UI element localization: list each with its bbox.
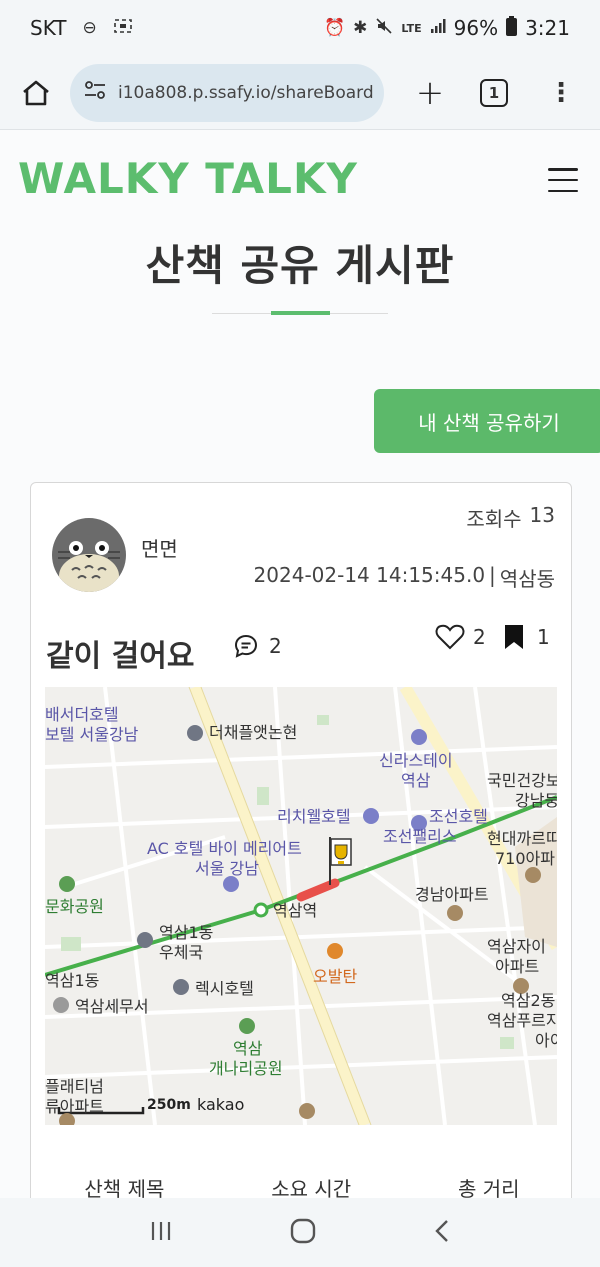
map-poi-label: 조선호텔 (429, 807, 488, 826)
system-nav-bar (0, 1198, 600, 1267)
tab-count: 1 (488, 83, 500, 102)
do-not-disturb-icon: ⊖ (82, 18, 97, 38)
clock: 3:21 (525, 16, 570, 40)
meta-separator: | (489, 563, 496, 587)
walk-route-map[interactable]: 배서더호텔 보텔 서울강남 더채플앳논현 신라스테이 역삼 국민건강보 강남둥 … (45, 687, 557, 1125)
home-button[interactable] (14, 71, 58, 115)
signal-icon (430, 18, 446, 39)
battery-icon (506, 15, 518, 41)
stat-header-title: 산책 제목 (84, 1177, 165, 1198)
post-title[interactable]: 같이 걸어요 (46, 631, 194, 675)
title-accent-bar (271, 311, 330, 315)
like-button[interactable]: 2 (435, 623, 486, 651)
hamburger-menu-icon[interactable] (548, 168, 578, 192)
browser-menu-button[interactable]: ⋮ (548, 80, 574, 106)
author-name[interactable]: 면면 (141, 533, 178, 562)
share-walk-button[interactable]: 내 산책 공유하기 (374, 389, 600, 453)
walk-stats-header: 산책 제목 소요 시간 총 거리 (31, 1173, 573, 1198)
map-poi-label: 역삼자이 (487, 937, 546, 956)
tab-switcher-button[interactable]: 1 (480, 78, 508, 107)
carrier-label: SKT (30, 16, 67, 40)
bookmark-button[interactable]: 1 (503, 623, 550, 651)
map-poi-label: 플래티넘 (45, 1077, 104, 1096)
map-poi-label: 역삼 (233, 1039, 263, 1058)
comment-count-value: 2 (269, 634, 282, 658)
map-poi-label: 오발탄 (313, 967, 358, 986)
avatar[interactable] (52, 518, 126, 592)
back-icon (435, 1219, 449, 1242)
map-poi-label: 현대까르띠 (487, 829, 557, 848)
site-logo[interactable]: WALKY TALKY (18, 154, 358, 203)
views-value: 13 (529, 503, 555, 527)
map-poi-label: 역삼2동 (501, 991, 556, 1010)
recent-apps-icon (151, 1221, 170, 1240)
page-content: WALKY TALKY 산책 공유 게시판 내 산책 공유하기 면면 조회수 1… (0, 130, 600, 1198)
map-poi-label: 보텔 서울강남 (45, 725, 139, 744)
map-scale-label: 250m (147, 1097, 191, 1113)
comment-icon (234, 634, 258, 658)
map-poi-label: 역삼 (401, 771, 431, 790)
battery-percent: 96% (453, 16, 499, 40)
home-nav-button[interactable] (289, 1217, 317, 1249)
map-poi-label: 신라스테이 (379, 751, 453, 770)
views-label: 조회수 (466, 507, 522, 531)
map-poi-label: AC 호텔 바이 메리어트 (147, 839, 302, 858)
map-poi-label: 역삼1동 (159, 923, 214, 942)
map-poi-label: 서울 강남 (195, 859, 259, 878)
post-location: 역삼동 (499, 567, 555, 591)
address-bar[interactable]: i10a808.p.ssafy.io/shareBoard (70, 63, 384, 122)
post-meta: 2024-02-14 14:15:45.0 | 역삼동 (254, 563, 555, 592)
home-nav-icon (290, 1218, 316, 1243)
map-poi-label: 조선팰리스 (383, 827, 457, 846)
map-poi-label: 경남아파트 (415, 885, 489, 904)
mute-icon (375, 17, 393, 40)
post-datetime: 2024-02-14 14:15:45.0 (253, 563, 486, 587)
map-poi-label: 류아파트 (45, 1097, 104, 1116)
map-poi-label: 아이 (535, 1031, 557, 1050)
map-poi-label: 개나리공원 (209, 1059, 283, 1078)
home-icon (23, 80, 49, 105)
bookmark-count: 1 (537, 625, 550, 649)
map-poi-label: 문화공원 (45, 897, 104, 916)
comment-count[interactable]: 2 (233, 633, 282, 659)
recent-apps-button[interactable] (148, 1219, 174, 1247)
map-poi-label: 배서더호텔 (45, 705, 119, 724)
url-text: i10a808.p.ssafy.io/shareBoard (118, 82, 374, 103)
site-settings-icon[interactable] (84, 81, 106, 104)
map-poi-label: 710아파 (495, 849, 555, 868)
map-poi-label: 역삼세무서 (75, 997, 149, 1016)
like-count: 2 (473, 625, 486, 649)
bluetooth-icon: ✱ (353, 18, 368, 38)
map-poi-label: 아파트 (495, 957, 540, 976)
map-provider-label: kakao (197, 1095, 245, 1114)
status-bar: SKT ⊖ ⏰ ✱ LTE 96% 3:21 (0, 0, 600, 56)
map-poi-label: 강남둥 (515, 791, 557, 810)
map-poi-label: 역삼푸르지 (487, 1011, 557, 1030)
view-count: 조회수 13 (466, 503, 555, 532)
map-poi-label: 국민건강보 (487, 771, 557, 790)
browser-toolbar: i10a808.p.ssafy.io/shareBoard + 1 ⋮ (0, 56, 600, 130)
map-poi-label: 렉시호텔 (195, 979, 254, 998)
lte-icon: LTE (401, 21, 422, 35)
alarm-icon: ⏰ (323, 18, 346, 38)
bookmark-icon (505, 625, 523, 649)
post-card[interactable]: 면면 조회수 13 2024-02-14 14:15:45.0 | 역삼동 같이… (30, 482, 572, 1198)
back-button[interactable] (432, 1218, 452, 1248)
stat-header-distance: 총 거리 (458, 1177, 520, 1198)
map-poi-label: 리치웰호텔 (277, 807, 351, 826)
new-tab-button[interactable]: + (410, 73, 450, 113)
map-poi-label: 역삼1동 (45, 971, 100, 990)
map-poi-label: 역삼역 (273, 901, 318, 920)
heart-icon (435, 624, 465, 650)
stat-header-duration: 소요 시간 (271, 1177, 352, 1198)
screen-record-icon (113, 17, 133, 40)
page-title: 산책 공유 게시판 (145, 241, 455, 290)
map-poi-label: 우체국 (159, 943, 204, 962)
map-poi-label: 더채플앳논현 (209, 723, 298, 742)
